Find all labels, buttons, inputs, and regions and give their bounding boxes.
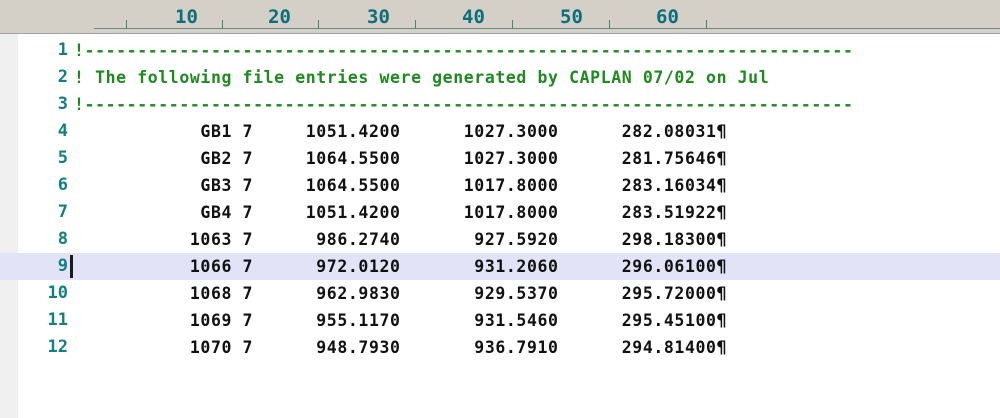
editor-line[interactable]: 1 !--------------------------------------… [0, 37, 1000, 64]
editor-line[interactable]: 11 1069 7 955.1170 931.5460 295.45100¶ [0, 307, 1000, 334]
ruler-baseline [94, 28, 1000, 29]
line-number: 1 [57, 40, 68, 60]
line-number: 8 [57, 229, 68, 249]
column-ruler: 10 20 30 40 50 60 [0, 0, 1000, 34]
ruler-tick [222, 20, 223, 29]
ruler-mark-10: 10 [175, 6, 198, 28]
line-number: 4 [57, 121, 68, 141]
line-number: 5 [57, 148, 68, 168]
editor-line[interactable]: 3 !--------------------------------------… [0, 91, 1000, 118]
editor-line[interactable]: 4 GB1 7 1051.4200 1027.3000 282.08031¶ [0, 118, 1000, 145]
line-number: 3 [57, 94, 68, 114]
ruler-mark-60: 60 [656, 6, 679, 28]
comment-text[interactable]: !---------------------------------------… [74, 37, 854, 64]
data-text[interactable]: 1066 7 972.0120 931.2060 296.06100¶ [74, 253, 727, 280]
data-text[interactable]: 1070 7 948.7930 936.7910 294.81400¶ [74, 334, 727, 361]
line-number: 10 [47, 283, 68, 303]
editor-line[interactable]: 12 1070 7 948.7930 936.7910 294.81400¶ [0, 334, 1000, 361]
ruler-tick [126, 20, 127, 29]
editor-line[interactable]: 7 GB4 7 1051.4200 1017.8000 283.51922¶ [0, 199, 1000, 226]
ruler-tick [609, 20, 610, 29]
ruler-mark-40: 40 [462, 6, 485, 28]
data-text[interactable]: GB1 7 1051.4200 1027.3000 282.08031¶ [74, 118, 727, 145]
ruler-mark-20: 20 [268, 6, 291, 28]
editor-line[interactable]: 8 1063 7 986.2740 927.5920 298.18300¶ [0, 226, 1000, 253]
ruler-mark-30: 30 [367, 6, 390, 28]
data-text[interactable]: 1069 7 955.1170 931.5460 295.45100¶ [74, 307, 727, 334]
editor-line[interactable]: 6 GB3 7 1064.5500 1017.8000 283.16034¶ [0, 172, 1000, 199]
line-number: 7 [57, 202, 68, 222]
data-text[interactable]: GB4 7 1051.4200 1017.8000 283.51922¶ [74, 199, 727, 226]
ruler-tick [318, 20, 319, 29]
line-number: 6 [57, 175, 68, 195]
data-text[interactable]: 1063 7 986.2740 927.5920 298.18300¶ [74, 226, 727, 253]
comment-text[interactable]: !---------------------------------------… [74, 91, 854, 118]
ruler-tick [512, 20, 513, 29]
comment-text[interactable]: ! The following file entries were genera… [74, 64, 769, 91]
ruler-tick [706, 20, 707, 29]
line-number: 2 [57, 67, 68, 87]
line-number: 9 [57, 256, 68, 276]
data-text[interactable]: GB3 7 1064.5500 1017.8000 283.16034¶ [74, 172, 727, 199]
data-text[interactable]: GB2 7 1064.5500 1027.3000 281.75646¶ [74, 145, 727, 172]
editor-line[interactable]: 10 1068 7 962.9830 929.5370 295.72000¶ [0, 280, 1000, 307]
editor-line[interactable]: 2 ! The following file entries were gener… [0, 64, 1000, 91]
editor-line[interactable]: 5 GB2 7 1064.5500 1027.3000 281.75646¶ [0, 145, 1000, 172]
line-number: 12 [47, 337, 68, 357]
text-cursor [70, 255, 73, 278]
data-text[interactable]: 1068 7 962.9830 929.5370 295.72000¶ [74, 280, 727, 307]
editor-line-current[interactable]: 9 1066 7 972.0120 931.2060 296.06100¶ [0, 253, 1000, 280]
ruler-mark-50: 50 [560, 6, 583, 28]
line-number: 11 [47, 310, 68, 330]
ruler-tick [415, 20, 416, 29]
